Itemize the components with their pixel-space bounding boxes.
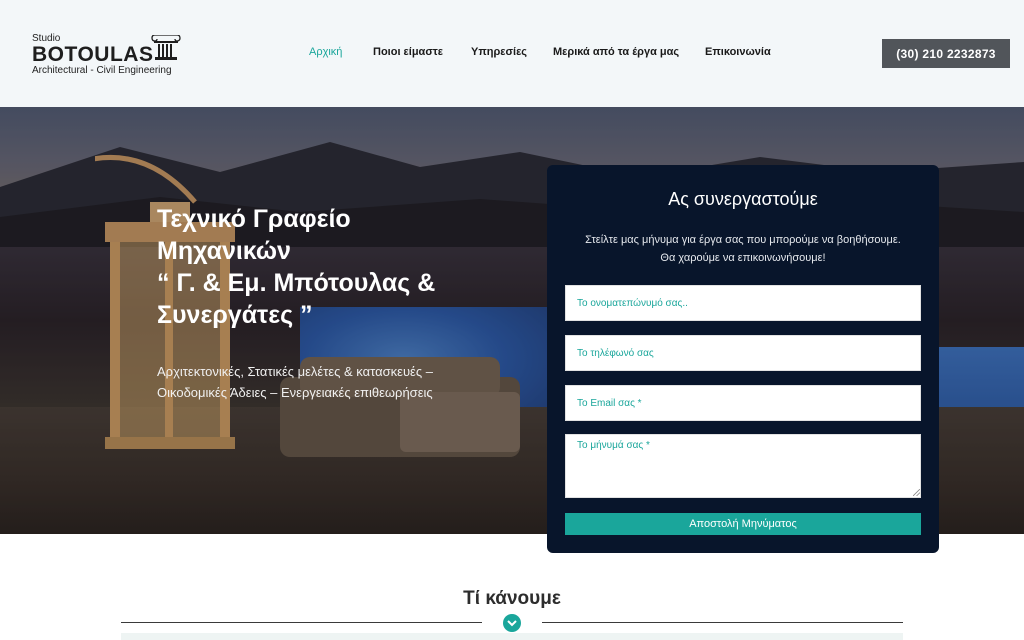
nav-item-contact[interactable]: Επικοινωνία — [705, 46, 771, 58]
site-header: Studio BOTOULAS Architectural - Civil En… — [0, 0, 1024, 107]
hero-title: Τεχνικό Γραφείο Μηχανικών “ Γ. & Εμ. Μπό… — [157, 203, 477, 331]
hero-title-line: Συνεργάτες ” — [157, 301, 313, 329]
section-content-strip — [121, 633, 903, 640]
resize-handle-icon[interactable] — [913, 489, 920, 496]
contact-form-title: Ας συνεργαστούμε — [668, 189, 818, 209]
section-divider-right — [542, 622, 903, 623]
phone-button[interactable]: (30) 210 2232873 — [882, 39, 1010, 68]
hero-title-line: Τεχνικό Γραφείο — [157, 205, 351, 233]
contact-form-panel: Ας συνεργαστούμε Στείλτε μας μήνυμα για … — [547, 165, 939, 553]
nav-item-services[interactable]: Υπηρεσίες — [471, 46, 527, 58]
nav-item-about[interactable]: Ποιοι είμαστε — [373, 46, 443, 58]
submit-button[interactable]: Αποστολή Μηνύματος — [565, 513, 921, 535]
site-logo[interactable]: Studio BOTOULAS Architectural - Civil En… — [32, 33, 192, 77]
nav-item-home[interactable]: Αρχική — [309, 46, 342, 58]
ionic-column-icon — [151, 35, 181, 60]
message-field[interactable] — [565, 434, 921, 498]
phone-field[interactable] — [565, 335, 921, 371]
contact-form-intro-line: Θα χαρούμε να επικοινωνήσουμε! — [660, 252, 826, 264]
logo-subtitle-text: Architectural - Civil Engineering — [32, 65, 172, 76]
email-field[interactable] — [565, 385, 921, 421]
hero-subtitle: Αρχιτεκτονικές, Στατικές μελέτες & κατασ… — [157, 361, 487, 403]
hero-subtitle-line: Οικοδομικές Άδειες – Ενεργειακές επιθεωρ… — [157, 385, 433, 400]
hero-title-line: “ Γ. & Εμ. Μπότουλας & — [157, 269, 436, 297]
chevron-down-icon — [503, 614, 521, 632]
hero-title-line: Μηχανικών — [157, 237, 291, 265]
section-title: Τί κάνουμε — [463, 588, 561, 609]
logo-name-text: BOTOULAS — [32, 43, 154, 66]
nav-item-projects[interactable]: Μερικά από τα έργα μας — [553, 46, 679, 58]
contact-form-intro-line: Στείλτε μας μήνυμα για έργα σας που μπορ… — [585, 234, 901, 246]
section-divider-left — [121, 622, 482, 623]
name-field[interactable] — [565, 285, 921, 321]
contact-form-intro: Στείλτε μας μήνυμα για έργα σας που μπορ… — [547, 231, 939, 267]
hero-subtitle-line: Αρχιτεκτονικές, Στατικές μελέτες & κατασ… — [157, 364, 433, 379]
